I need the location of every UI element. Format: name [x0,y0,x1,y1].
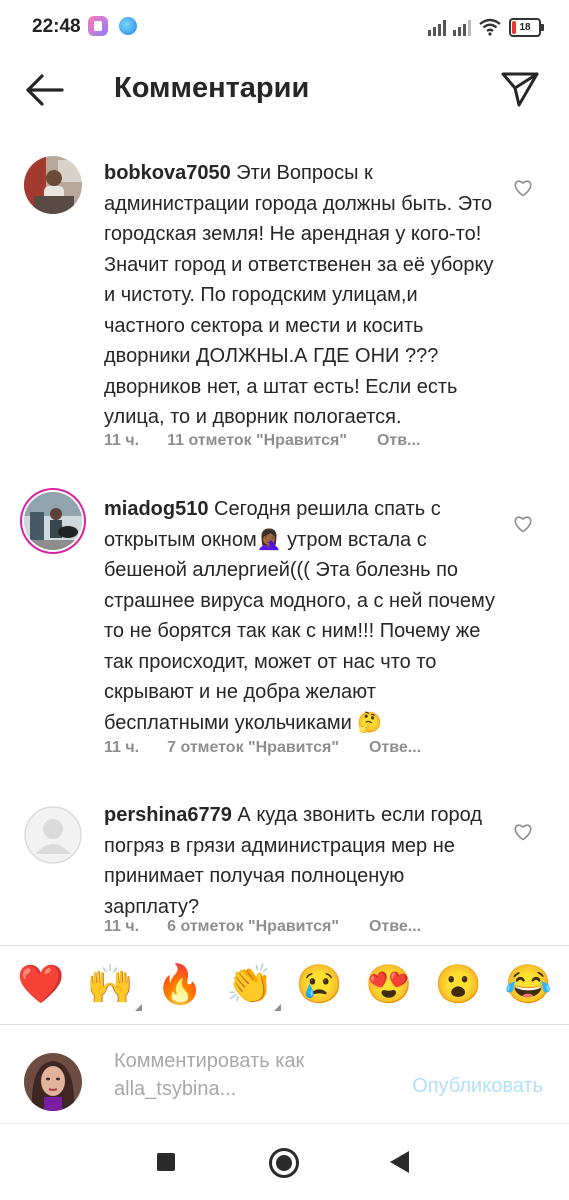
heart-icon[interactable] [513,514,533,534]
reply-button[interactable]: Отв... [377,432,420,450]
battery-icon: 18 [509,17,544,37]
comment-username[interactable]: pershina6779 [104,804,232,826]
emoji-laughing-button[interactable]: 😂 [505,963,552,1007]
avatar[interactable] [24,492,82,550]
heart-icon[interactable] [513,822,533,842]
status-bar: 22:48 18 [0,0,569,56]
emoji-clap-button[interactable]: 👏 [226,963,282,1011]
comment-time: 11 ч. [104,432,140,449]
emoji-heart-button[interactable]: ❤️ [17,963,64,1007]
reply-button[interactable]: Отве... [369,739,421,757]
status-indicators: 18 [428,16,544,38]
emoji-raised-hands-button[interactable]: 🙌 [86,963,143,1011]
reply-button[interactable]: Отве... [369,918,421,936]
comment-body: miadog510 Сегодня решила спать с открыты… [104,494,502,738]
nav-home-icon[interactable] [269,1148,299,1178]
system-navigation-bar [0,1124,569,1200]
comment-time: 11 ч. [104,739,140,756]
comment-input[interactable]: Комментировать как alla_tsybina... [114,1047,384,1103]
emoji-surprised-button[interactable]: 😮 [435,963,482,1007]
comment-meta: 11 ч. 7 отметок "Нравится" Отве... [104,739,421,757]
comment-text: Сегодня решила спать с открытым окном🤦🏾‍… [104,498,495,734]
status-time: 22:48 [32,16,81,37]
page-title: Комментарии [114,72,310,104]
emoji-raised-hands: 🙌 [86,964,135,1006]
app-notification-icon [88,16,108,36]
avatar[interactable] [24,806,82,864]
emoji-quick-bar: ❤️ 🙌 🔥 👏 😢 😍 😮 😂 [0,945,569,1025]
comment-meta: 11 ч. 6 отметок "Нравится" Отве... [104,918,421,936]
comment-meta: 11 ч. 11 отметок "Нравится" Отв... [104,432,420,450]
signal-1-icon [428,18,446,36]
emoji-crying-button[interactable]: 😢 [296,963,343,1007]
skin-tone-indicator [135,1004,143,1011]
emoji-heart-eyes-button[interactable]: 😍 [365,963,412,1007]
browser-notification-icon [119,17,137,35]
nav-recents-icon[interactable] [157,1153,175,1171]
comment-likes[interactable]: 7 отметок "Нравится" [167,739,339,757]
publish-button[interactable]: Опубликовать [412,1075,543,1098]
comment-likes[interactable]: 11 отметок "Нравится" [167,432,347,450]
comment-body: bobkova7050 Эти Вопросы к администрации … [104,158,502,433]
my-avatar [24,1053,82,1111]
comment-text: Эти Вопросы к администрации города должн… [104,162,494,428]
wifi-icon [479,18,501,36]
comment-time: 11 ч. [104,918,140,935]
signal-2-icon [453,18,471,36]
comment-body: pershina6779 А куда звонить если город п… [104,800,502,922]
comment-username[interactable]: bobkova7050 [104,162,231,184]
emoji-fire-button[interactable]: 🔥 [156,963,203,1007]
heart-icon[interactable] [513,178,533,198]
comment-username[interactable]: miadog510 [104,498,208,520]
nav-back-icon[interactable] [390,1151,409,1173]
avatar[interactable] [24,156,82,214]
comment-likes[interactable]: 6 отметок "Нравится" [167,918,339,936]
back-arrow-icon[interactable] [22,70,66,110]
skin-tone-indicator [274,1004,282,1011]
send-icon[interactable] [499,68,541,110]
battery-level: 18 [519,21,531,33]
emoji-clap: 👏 [226,964,274,1006]
header: Комментарии [0,56,569,126]
comment-composer: Комментировать как alla_tsybina... Опубл… [0,1027,569,1124]
